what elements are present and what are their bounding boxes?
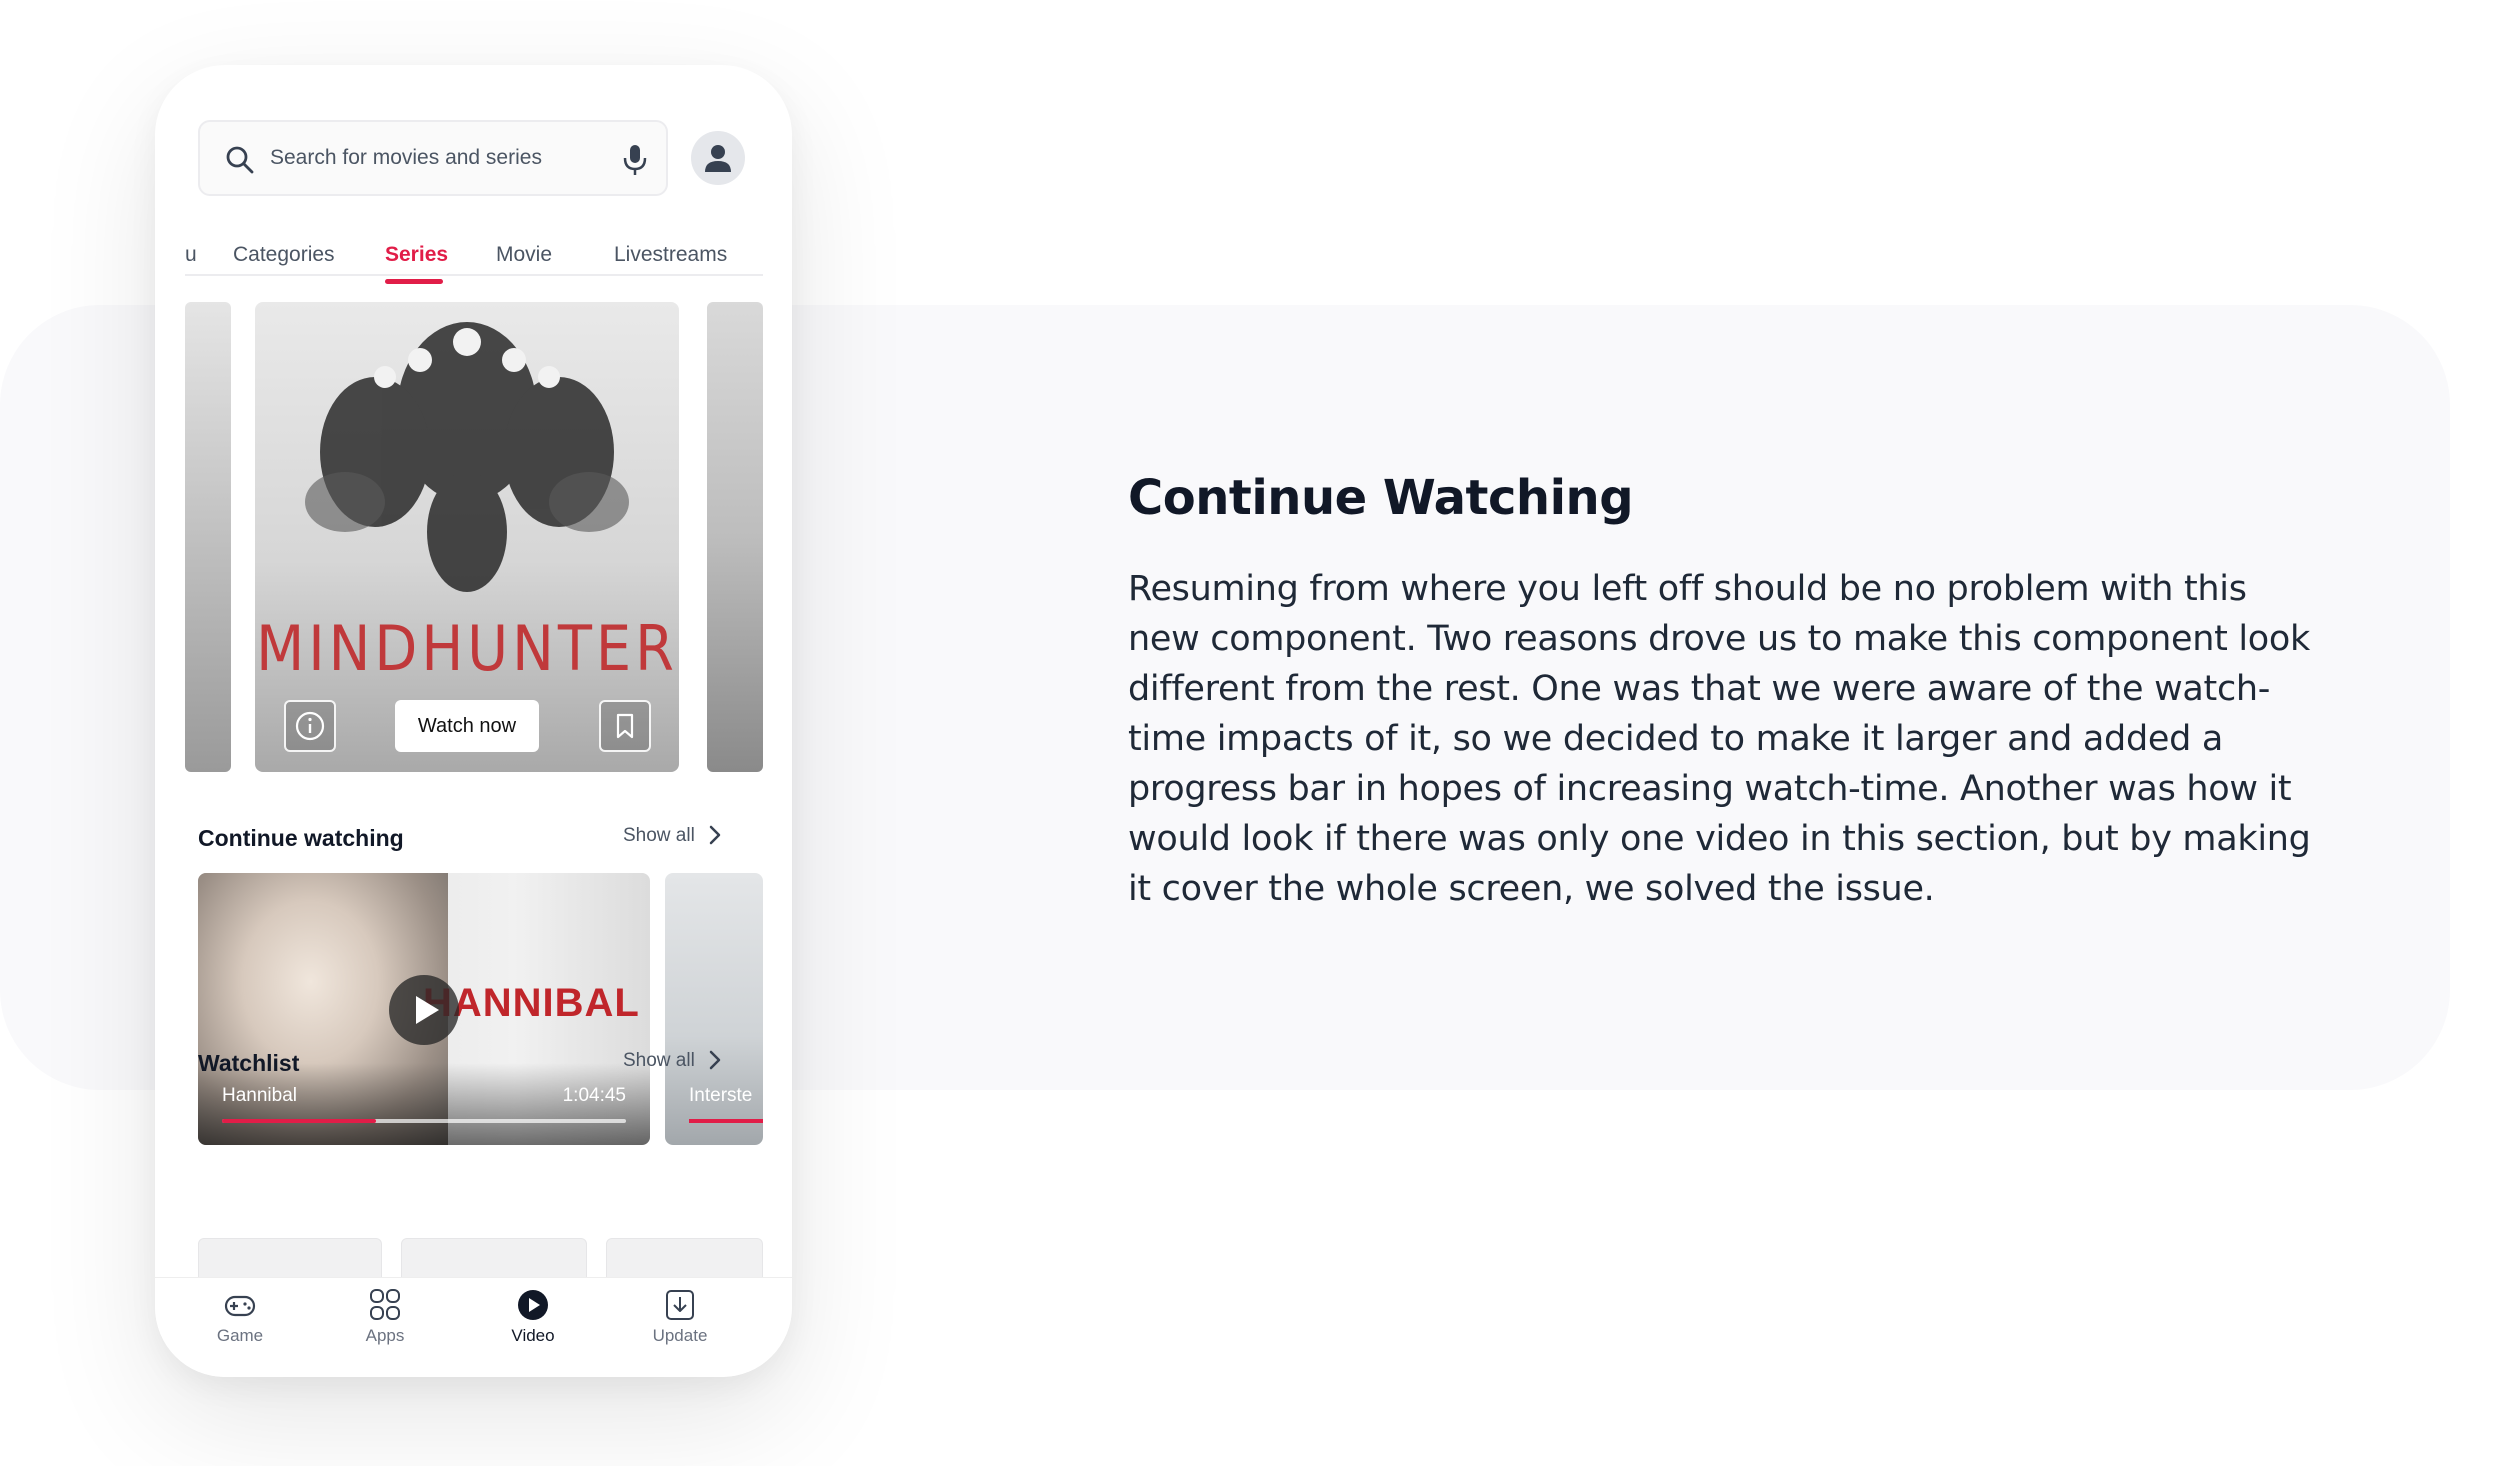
continue-watching-show-all[interactable]: Show all [623,825,695,847]
card-time-remaining: 1:04:45 [562,1085,626,1106]
search-input[interactable]: Search for movies and series [270,146,542,170]
mic-icon[interactable] [620,142,650,178]
tab-series[interactable]: Series [385,243,448,267]
nav-game-label: Game [216,1326,264,1345]
watchlist-show-all[interactable]: Show all [623,1050,695,1072]
watchlist-item[interactable] [401,1238,587,1278]
hero-card[interactable]: MINDHUNTER Watch now [255,302,679,772]
phone-mockup: Search for movies and series u Categorie… [155,65,792,1377]
description-block: Continue Watching Resuming from where yo… [1128,470,2328,914]
nav-apps[interactable]: Apps [335,1288,435,1346]
play-icon [416,996,439,1024]
tab-livestreams[interactable]: Livestreams [614,243,727,267]
bottom-navigation: Game Apps Video Update [155,1277,792,1377]
nav-update-label: Update [652,1326,708,1345]
info-icon [295,711,325,741]
watchlist-item[interactable] [606,1238,763,1278]
active-tab-indicator [385,279,443,284]
gamepad-icon [224,1295,256,1317]
user-icon [705,145,731,172]
continue-watching-title: Continue watching [198,825,404,851]
tab-categories[interactable]: Categories [233,243,335,267]
tab-movie[interactable]: Movie [496,243,552,267]
description-body: Resuming from where you left off should … [1128,569,2311,909]
hero-prev-card[interactable] [185,302,231,772]
bookmark-button[interactable] [599,700,651,752]
page: Continue Watching Resuming from where yo… [0,0,2500,1466]
nav-apps-label: Apps [365,1326,405,1345]
chevron-right-icon[interactable] [708,1049,722,1071]
play-button[interactable] [389,975,459,1045]
tab-partial[interactable]: u [185,243,197,267]
continue-watching-next-card[interactable]: Interste [665,873,763,1145]
watchlist-item[interactable] [198,1238,382,1278]
nav-video-label: Video [511,1326,555,1345]
watchlist-title: Watchlist [198,1050,300,1076]
search-icon [226,146,254,174]
next-card-title: Interste [689,1085,753,1106]
card-title: Hannibal [222,1085,297,1106]
hero-next-card[interactable] [707,302,763,772]
next-card-progress [689,1119,763,1123]
nav-game[interactable]: Game [190,1288,290,1346]
description-title: Continue Watching [1128,470,1634,526]
continue-watching-card[interactable]: HANNIBAL Hannibal 1:04:45 [198,873,650,1145]
apps-grid-icon [370,1289,400,1320]
progress-bar [222,1119,626,1123]
search-bar[interactable]: Search for movies and series [198,120,668,196]
avatar[interactable] [691,131,745,185]
category-tabs: u Categories Series Movie Livestreams [155,230,792,290]
bookmark-icon [616,713,634,739]
chevron-right-icon[interactable] [708,824,722,846]
nav-video[interactable]: Video [483,1288,583,1346]
watch-now-button[interactable]: Watch now [395,700,539,752]
info-button[interactable] [284,700,336,752]
hero-title: MINDHUNTER [256,612,678,685]
play-circle-icon [518,1290,548,1320]
progress-fill [222,1119,376,1123]
tab-divider [185,274,763,276]
download-icon [666,1290,694,1320]
nav-update[interactable]: Update [630,1288,730,1346]
